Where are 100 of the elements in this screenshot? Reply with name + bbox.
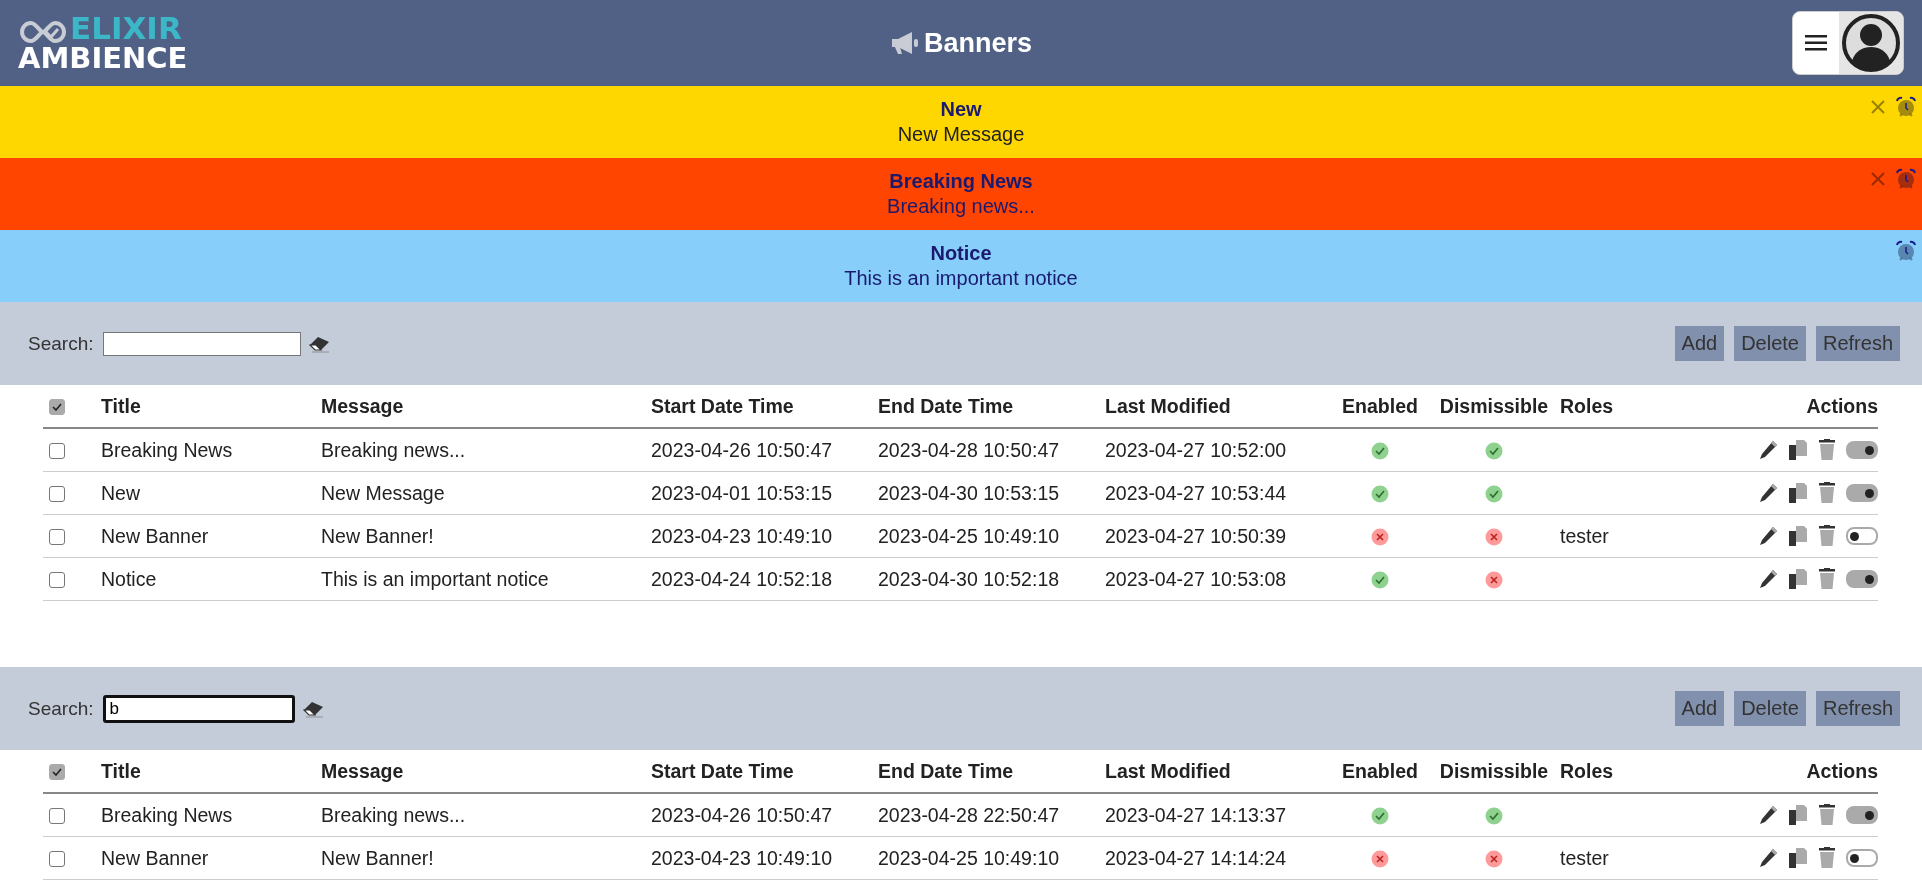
pencil-icon[interactable] — [1758, 440, 1778, 460]
table-cell: 2023-04-24 10:52:18 — [651, 567, 833, 590]
column-header: Start Date Time — [651, 394, 794, 417]
copy-icon[interactable] — [1788, 482, 1808, 504]
toolbar-button[interactable]: Delete — [1734, 691, 1806, 726]
toggle-switch[interactable] — [1846, 849, 1878, 867]
column-header: Message — [321, 394, 404, 417]
megaphone-icon — [890, 30, 920, 56]
check-icon — [52, 403, 62, 412]
row-checkbox[interactable] — [49, 572, 65, 589]
infinity-logo-icon — [18, 19, 68, 45]
table-cell: 2023-04-30 10:52:18 — [878, 567, 1060, 590]
copy-icon[interactable] — [1788, 525, 1808, 547]
column-header: Enabled — [1342, 759, 1418, 782]
select-all-checkbox[interactable] — [49, 399, 65, 416]
toggle-switch[interactable] — [1846, 527, 1878, 545]
row-checkbox[interactable] — [49, 529, 65, 546]
table-cell: 2023-04-28 22:50:47 — [878, 803, 1060, 826]
row-checkbox[interactable] — [49, 851, 65, 868]
column-header: Dismissible — [1439, 394, 1549, 417]
column-header: Roles — [1560, 759, 1614, 782]
toolbar-button[interactable]: Add — [1674, 691, 1725, 726]
row-checkbox[interactable] — [49, 443, 65, 460]
eraser-icon[interactable] — [303, 699, 326, 718]
table-cell: New Banner — [101, 524, 209, 547]
page-title: Banners — [924, 27, 1032, 59]
table-cell: Notice — [101, 567, 157, 590]
column-header: Last Modified — [1105, 759, 1231, 782]
search-field[interactable]: b — [103, 694, 296, 723]
column-header: Start Date Time — [651, 759, 794, 782]
table-cell: 2023-04-26 10:50:47 — [651, 438, 833, 461]
pencil-icon[interactable] — [1758, 569, 1778, 589]
table-cell: 2023-04-23 10:49:10 — [651, 846, 833, 869]
banner-message: Breaking news... — [887, 195, 1035, 218]
table-cell: Breaking News — [101, 803, 233, 826]
column-header: Title — [101, 394, 141, 417]
table-cell: 2023-04-27 10:53:08 — [1105, 567, 1287, 590]
column-header: Enabled — [1342, 394, 1418, 417]
toolbar-button[interactable]: Refresh — [1815, 326, 1900, 361]
check-icon — [52, 768, 62, 777]
toggle-switch[interactable] — [1846, 570, 1878, 588]
user-avatar-icon — [1841, 13, 1901, 73]
trash-icon[interactable] — [1818, 568, 1836, 590]
alarm-clock-icon[interactable] — [1895, 168, 1917, 190]
copy-icon[interactable] — [1788, 847, 1808, 869]
search-field[interactable] — [103, 331, 302, 356]
toolbar-button[interactable]: Refresh — [1815, 691, 1900, 726]
menu-icon — [1805, 34, 1827, 52]
copy-icon[interactable] — [1788, 804, 1808, 826]
toggle-switch[interactable] — [1846, 806, 1878, 824]
table-cell: tester — [1560, 846, 1609, 869]
logo-wordmark: AMBIENCE — [18, 43, 188, 73]
table-cell: New Banner! — [321, 524, 434, 547]
banner-message: This is an important notice — [844, 267, 1078, 290]
table-cell: 2023-04-27 10:50:39 — [1105, 524, 1287, 547]
user-menu-button[interactable] — [1792, 11, 1904, 75]
banner-message: New Message — [897, 123, 1025, 146]
select-all-checkbox[interactable] — [49, 764, 65, 781]
table-cell: Breaking News — [101, 438, 233, 461]
pencil-icon[interactable] — [1758, 805, 1778, 825]
table-cell: 2023-04-27 10:53:44 — [1105, 481, 1287, 504]
pencil-icon[interactable] — [1758, 483, 1778, 503]
row-checkbox[interactable] — [49, 486, 65, 503]
table-cell: 2023-04-27 10:52:00 — [1105, 438, 1287, 461]
alarm-clock-icon[interactable] — [1895, 240, 1917, 262]
copy-icon[interactable] — [1788, 439, 1808, 461]
banner-title: New — [940, 98, 982, 121]
trash-icon[interactable] — [1818, 804, 1836, 826]
table-cell: 2023-04-28 10:50:47 — [878, 438, 1060, 461]
table-cell: Breaking news... — [321, 438, 466, 461]
column-header: Last Modified — [1105, 394, 1231, 417]
toggle-switch[interactable] — [1846, 441, 1878, 459]
table-cell: 2023-04-23 10:49:10 — [651, 524, 833, 547]
pencil-icon[interactable] — [1758, 526, 1778, 546]
eraser-icon[interactable] — [309, 334, 332, 353]
column-header: Roles — [1560, 394, 1614, 417]
table-cell: New Banner! — [321, 846, 434, 869]
table-cell: New — [101, 481, 140, 504]
table-cell: 2023-04-25 10:49:10 — [878, 524, 1060, 547]
trash-icon[interactable] — [1818, 525, 1836, 547]
toolbar-button[interactable]: Add — [1674, 326, 1725, 361]
table-cell: tester — [1560, 524, 1609, 547]
table-cell: 2023-04-30 10:53:15 — [878, 481, 1060, 504]
column-header: Actions — [1806, 394, 1878, 417]
trash-icon[interactable] — [1818, 847, 1836, 869]
search-label: Search: — [28, 332, 94, 355]
column-header: Dismissible — [1439, 759, 1549, 782]
search-label: Search: — [28, 697, 94, 720]
row-checkbox[interactable] — [49, 808, 65, 825]
pencil-icon[interactable] — [1758, 848, 1778, 868]
trash-icon[interactable] — [1818, 439, 1836, 461]
toggle-switch[interactable] — [1846, 484, 1878, 502]
copy-icon[interactable] — [1788, 568, 1808, 590]
alarm-clock-icon[interactable] — [1895, 96, 1917, 118]
column-header: Message — [321, 759, 404, 782]
table-cell: New Message — [321, 481, 445, 504]
close-icon[interactable] — [1871, 100, 1885, 114]
table-cell: 2023-04-27 14:14:24 — [1105, 846, 1287, 869]
toolbar-button[interactable]: Delete — [1734, 326, 1806, 361]
trash-icon[interactable] — [1818, 482, 1836, 504]
